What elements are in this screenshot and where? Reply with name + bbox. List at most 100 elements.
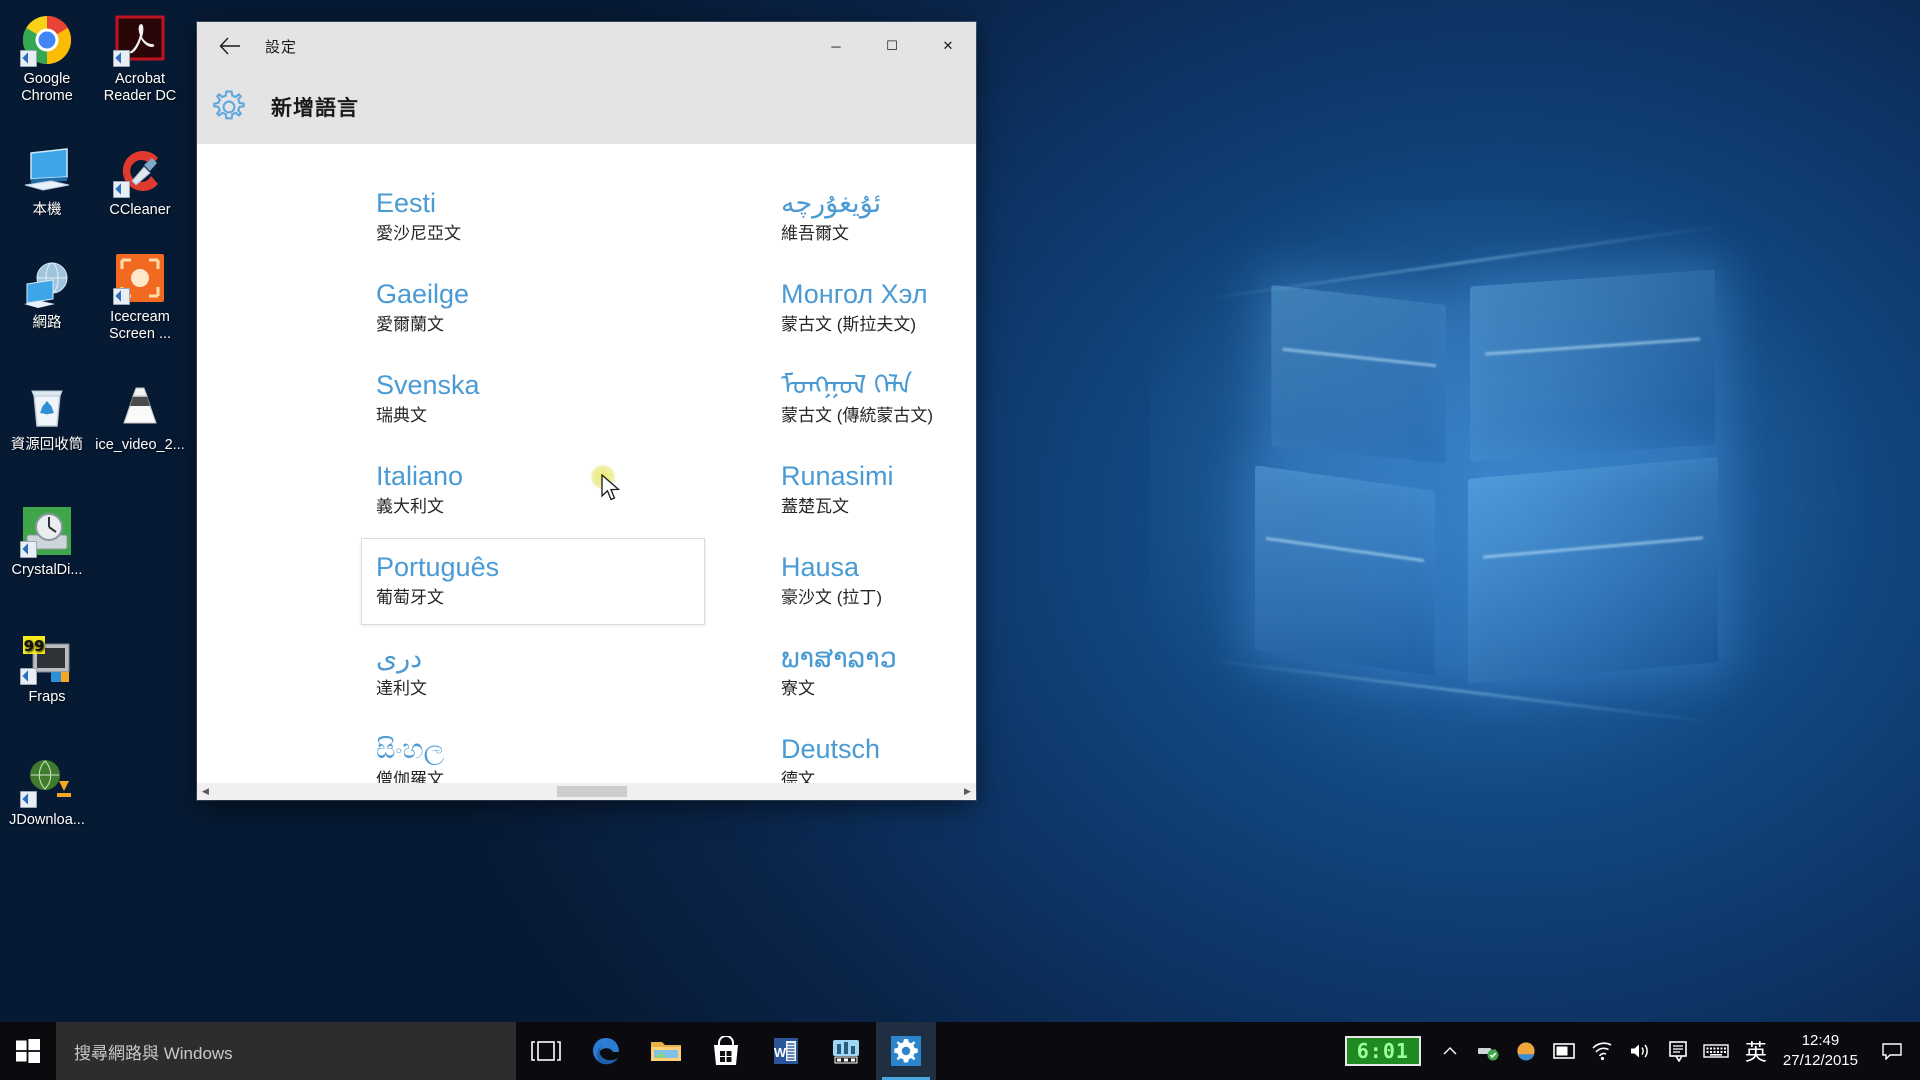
ime-indicator[interactable]: 英 <box>1735 1035 1777 1067</box>
taskbar-button-edge[interactable] <box>576 1022 636 1080</box>
language-option[interactable]: Монгол Хэл 蒙古文 (斯拉夫文) <box>766 265 976 352</box>
wallpaper-pane <box>1271 284 1446 464</box>
language-option[interactable]: Eesti 愛沙尼亞文 <box>361 174 705 261</box>
vlc-cone-icon <box>114 380 166 432</box>
taskbar-button-word[interactable]: W <box>756 1022 816 1080</box>
jdownloader-icon <box>20 755 73 808</box>
desktop-icon-label: Fraps <box>28 689 66 705</box>
scroll-left-arrow-icon[interactable]: ◀ <box>197 783 214 800</box>
language-option[interactable]: Italiano 義大利文 <box>361 447 705 534</box>
svg-text:W: W <box>774 1045 787 1060</box>
language-option[interactable]: ئۇيغۇرچە 維吾爾文 <box>766 174 976 261</box>
clock-time: 12:49 <box>1801 1032 1840 1049</box>
language-localized-name: 蒙古文 (斯拉夫文) <box>781 315 917 334</box>
language-localized-name: 義大利文 <box>376 497 444 516</box>
windows-start-icon <box>16 1039 40 1063</box>
desktop-icon-jdownloader[interactable]: JDownloa... <box>0 755 94 829</box>
shortcut-overlay-icon <box>113 50 130 67</box>
language-native-name: Hausa <box>781 552 860 582</box>
gear-icon <box>209 87 249 127</box>
scrollbar-thumb[interactable] <box>556 786 627 797</box>
ccleaner-icon <box>113 145 166 198</box>
fraps-timer-badge[interactable]: 6:01 <box>1344 1036 1421 1066</box>
settings-window[interactable]: 設定 ─ ☐ ✕ 新增語言 Eesti 愛沙尼亞文 Gaeilge 愛爾蘭文 Sven <box>197 22 976 800</box>
taskbar-button-file-explorer[interactable] <box>636 1022 696 1080</box>
language-native-name: Gaeilge <box>376 279 470 309</box>
search-input[interactable]: 搜尋網路與 Windows <box>56 1022 516 1080</box>
desktop-icon-crystaldiskinfo[interactable]: CrystalDi... <box>0 505 94 579</box>
tray-icon-safe-eject[interactable] <box>1469 1022 1507 1080</box>
shortcut-overlay-icon <box>20 791 37 808</box>
back-arrow-icon <box>219 37 240 55</box>
recycle-bin-icon <box>21 380 73 432</box>
taskbar-button-audio-mixer[interactable] <box>816 1022 876 1080</box>
horizontal-scrollbar[interactable]: ◀ ▶ <box>197 783 976 800</box>
tray-icon-chat[interactable] <box>1659 1022 1697 1080</box>
taskbar-button-microsoft-store[interactable] <box>696 1022 756 1080</box>
language-column-left: Eesti 愛沙尼亞文 Gaeilge 愛爾蘭文 Svenska 瑞典文 Italiano 義… <box>361 174 780 800</box>
action-center-button[interactable] <box>1870 1022 1914 1080</box>
desktop-icon-label: 資源回收筒 <box>10 437 84 453</box>
chevron-up-icon <box>1442 1045 1458 1057</box>
scroll-right-arrow-icon[interactable]: ▶ <box>959 783 976 800</box>
language-localized-name: 寮文 <box>781 679 815 698</box>
maximize-button[interactable]: ☐ <box>864 22 920 70</box>
clock[interactable]: 12:49 27/12/2015 <box>1777 1031 1870 1071</box>
language-native-name: Italiano <box>376 461 464 491</box>
language-list-body: Eesti 愛沙尼亞文 Gaeilge 愛爾蘭文 Svenska 瑞典文 Italiano 義… <box>197 144 976 800</box>
desktop-icon-google-chrome[interactable]: Google Chrome <box>0 14 94 105</box>
taskbar-button-task-view[interactable] <box>516 1022 576 1080</box>
show-hidden-icons-button[interactable] <box>1431 1022 1469 1080</box>
language-option[interactable]: ພາສາລາວ 寮文 <box>766 629 976 716</box>
window-titlebar[interactable]: 設定 ─ ☐ ✕ <box>197 22 976 70</box>
search-placeholder: 搜尋網路與 Windows <box>74 1043 233 1063</box>
gear-icon <box>890 1035 922 1067</box>
desktop-icon-ice-video[interactable]: ice_video_2... <box>93 380 187 454</box>
page-header: 新增語言 <box>197 70 976 144</box>
minimize-button[interactable]: ─ <box>808 22 864 70</box>
page-title: 新增語言 <box>271 97 359 120</box>
language-option[interactable]: ᠮᠣᠩᠭᠣᠯ ᠬᠡᠯᠡ 蒙古文 (傳統蒙古文) <box>766 356 976 443</box>
desktop-icon-fraps[interactable]: 99 Fraps <box>0 632 94 706</box>
desktop-icon-ccleaner[interactable]: CCleaner <box>93 145 187 219</box>
start-button[interactable] <box>0 1022 56 1080</box>
scrollbar-track[interactable] <box>214 783 959 800</box>
clock-date: 27/12/2015 <box>1782 1052 1858 1069</box>
desktop-icon-label: JDownloa... <box>9 812 85 828</box>
monitor-icon <box>1552 1041 1576 1061</box>
desktop-icon-network[interactable]: 網路 <box>0 258 94 332</box>
close-button[interactable]: ✕ <box>920 22 976 70</box>
wallpaper-pane <box>1470 269 1715 462</box>
language-option[interactable]: دری 達利文 <box>361 629 705 716</box>
desktop-icon-acrobat-reader[interactable]: Acrobat Reader DC <box>93 14 187 105</box>
language-option[interactable]: Svenska 瑞典文 <box>361 356 705 443</box>
language-option[interactable]: Hausa 豪沙文 (拉丁) <box>766 538 976 625</box>
language-localized-name: 蒙古文 (傳統蒙古文) <box>781 406 934 425</box>
tray-icon-keyboard[interactable] <box>1697 1022 1735 1080</box>
tray-icon-volume[interactable] <box>1621 1022 1659 1080</box>
taskbar[interactable]: 搜尋網路與 Windows W 6:01 英 12:49 27/12/2015 <box>0 1022 1920 1080</box>
desktop-icon-recycle-bin[interactable]: 資源回收筒 <box>0 380 94 454</box>
back-button[interactable] <box>207 23 253 69</box>
wallpaper-pane <box>1255 465 1435 676</box>
taskbar-button-settings[interactable] <box>876 1022 936 1080</box>
desktop-icon-icecream-screen[interactable]: Icecream Screen ... <box>93 252 187 343</box>
word-icon: W <box>771 1036 801 1066</box>
language-native-name: Português <box>376 552 500 582</box>
tray-icon-cloud[interactable] <box>1507 1022 1545 1080</box>
wifi-icon <box>1590 1041 1614 1061</box>
tray-icon-network[interactable] <box>1583 1022 1621 1080</box>
fraps-icon: 99 <box>20 632 73 685</box>
language-option[interactable]: Runasimi 蓋楚瓦文 <box>766 447 976 534</box>
tray-icon-display-mode[interactable] <box>1545 1022 1583 1080</box>
keyboard-icon <box>1703 1042 1729 1060</box>
desktop-icon-label: ice_video_2... <box>95 437 185 453</box>
language-native-name: Eesti <box>376 188 437 218</box>
desktop[interactable]: Google Chrome Acrobat Reader DC 本機 CClea… <box>0 0 1920 1080</box>
desktop-icon-this-pc[interactable]: 本機 <box>0 145 94 219</box>
language-option[interactable]: Gaeilge 愛爾蘭文 <box>361 265 705 352</box>
desktop-icon-label: CCleaner <box>109 202 171 218</box>
speech-bubble-icon <box>1667 1040 1689 1062</box>
file-explorer-icon <box>650 1038 682 1064</box>
language-option[interactable]: Português 葡萄牙文 <box>361 538 705 625</box>
